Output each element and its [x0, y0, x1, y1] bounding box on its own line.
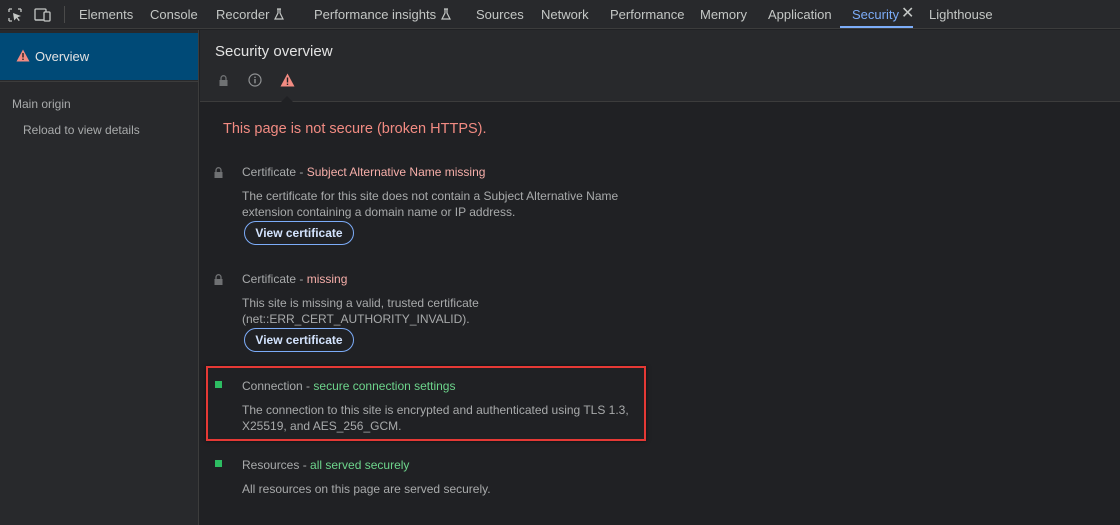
sidebar-item-reload[interactable]: Reload to view details: [23, 123, 140, 137]
tab-performance[interactable]: Performance: [610, 0, 684, 29]
security-item-title: Resources - all served securely: [242, 458, 410, 472]
tab-performance-insights[interactable]: Performance insights: [314, 0, 452, 30]
security-sidebar: Overview Main origin Reload to view deta…: [0, 30, 199, 525]
toolbar-divider: [64, 6, 65, 23]
security-overview-panel: Security overview This page is not secur…: [200, 30, 1120, 525]
warning-icon: [279, 72, 295, 88]
info-icon: [247, 72, 263, 88]
sidebar-item-overview[interactable]: Overview: [0, 33, 198, 80]
lock-icon: [215, 72, 231, 88]
view-certificate-button[interactable]: View certificate: [244, 221, 354, 245]
security-item-description: This site is missing a valid, trusted ce…: [242, 296, 479, 326]
security-item-title: Certificate - Subject Alternative Name m…: [242, 165, 486, 179]
sidebar-item-label: Overview: [35, 49, 90, 64]
sidebar-divider: [0, 81, 198, 82]
secure-square-icon: [215, 460, 222, 467]
security-item-description: The certificate for this site does not c…: [242, 189, 619, 219]
selected-caret: [280, 96, 294, 103]
device-toolbar-icon[interactable]: [32, 4, 54, 26]
inspect-element-icon[interactable]: [4, 4, 26, 26]
overview-header: Security overview: [200, 30, 1120, 103]
tab-memory[interactable]: Memory: [700, 0, 747, 29]
security-item-description: All resources on this page are served se…: [242, 482, 491, 496]
tab-lighthouse[interactable]: Lighthouse: [929, 0, 993, 29]
lock-icon: [214, 274, 224, 285]
tab-network[interactable]: Network: [541, 0, 589, 29]
devtools-toolbar: Elements Console Recorder Performance in…: [0, 0, 1120, 29]
flask-icon: [274, 1, 285, 30]
view-certificate-button[interactable]: View certificate: [244, 328, 354, 352]
tab-application[interactable]: Application: [768, 0, 832, 29]
close-icon[interactable]: ✕: [901, 0, 914, 29]
page-title: Security overview: [215, 43, 333, 60]
tab-elements[interactable]: Elements: [79, 0, 133, 29]
warning-icon: [16, 49, 30, 65]
tab-security[interactable]: Security: [840, 0, 913, 29]
flask-icon: [441, 1, 452, 30]
tab-console[interactable]: Console: [150, 0, 198, 29]
security-item-title: Certificate - missing: [242, 272, 348, 286]
sidebar-heading-main-origin: Main origin: [12, 97, 71, 111]
security-summary: This page is not secure (broken HTTPS).: [223, 121, 487, 137]
highlight-annotation: [206, 366, 646, 441]
tab-recorder[interactable]: Recorder: [216, 0, 285, 30]
tab-sources[interactable]: Sources: [476, 0, 524, 29]
lock-icon: [214, 167, 224, 178]
